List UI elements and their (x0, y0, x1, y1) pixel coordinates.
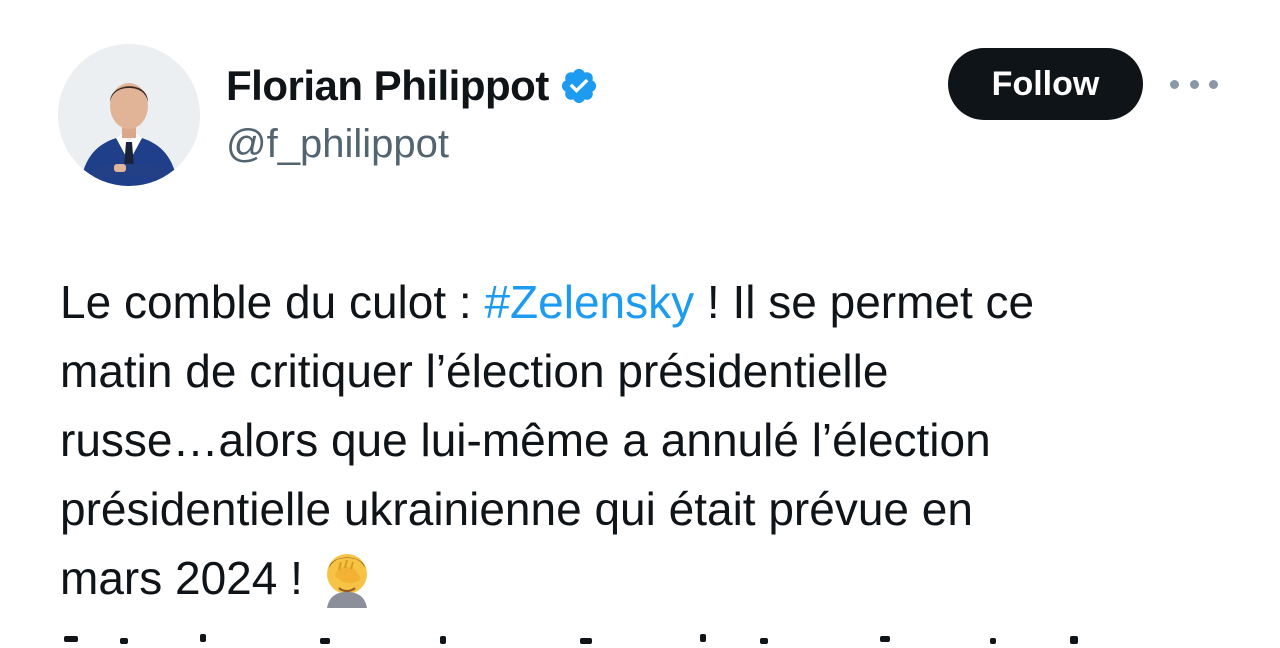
tweet-line: russe…alors que lui-même a annulé l’élec… (60, 414, 991, 466)
author-display-name[interactable]: Florian Philippot (226, 58, 549, 114)
tweet-text-segment: mars 2024 ! (60, 552, 303, 604)
follow-button[interactable]: Follow (948, 48, 1143, 120)
tweet-text-segment: Le comble du culot : (60, 276, 485, 328)
profile-photo-icon (58, 44, 200, 186)
tweet-line: Le comble du culot : #Zelensky ! Il se p… (60, 268, 1230, 337)
tweet-line: mars 2024 ! (60, 544, 1230, 613)
tweet-text: Le comble du culot : #Zelensky ! Il se p… (60, 268, 1230, 613)
avatar[interactable] (58, 44, 200, 186)
verified-badge-icon[interactable] (559, 66, 599, 106)
more-dot (1209, 79, 1218, 89)
author-handle[interactable]: @f_philippot (226, 118, 449, 170)
more-dot (1170, 79, 1179, 89)
more-dot (1189, 79, 1199, 89)
tweet-line: matin de critiquer l’élection présidenti… (60, 345, 889, 397)
hashtag-link[interactable]: #Zelensky (484, 276, 694, 328)
face-palm-emoji-icon (326, 554, 367, 608)
cut-off-text (60, 628, 1160, 648)
author-name-row: Florian Philippot (226, 58, 599, 114)
more-options-icon[interactable] (1170, 70, 1218, 98)
tweet-text-segment: ! Il se permet ce (694, 276, 1035, 328)
cut-off-text-fragment (64, 634, 1078, 644)
tweet-line: présidentielle ukrainienne qui était pré… (60, 483, 973, 535)
